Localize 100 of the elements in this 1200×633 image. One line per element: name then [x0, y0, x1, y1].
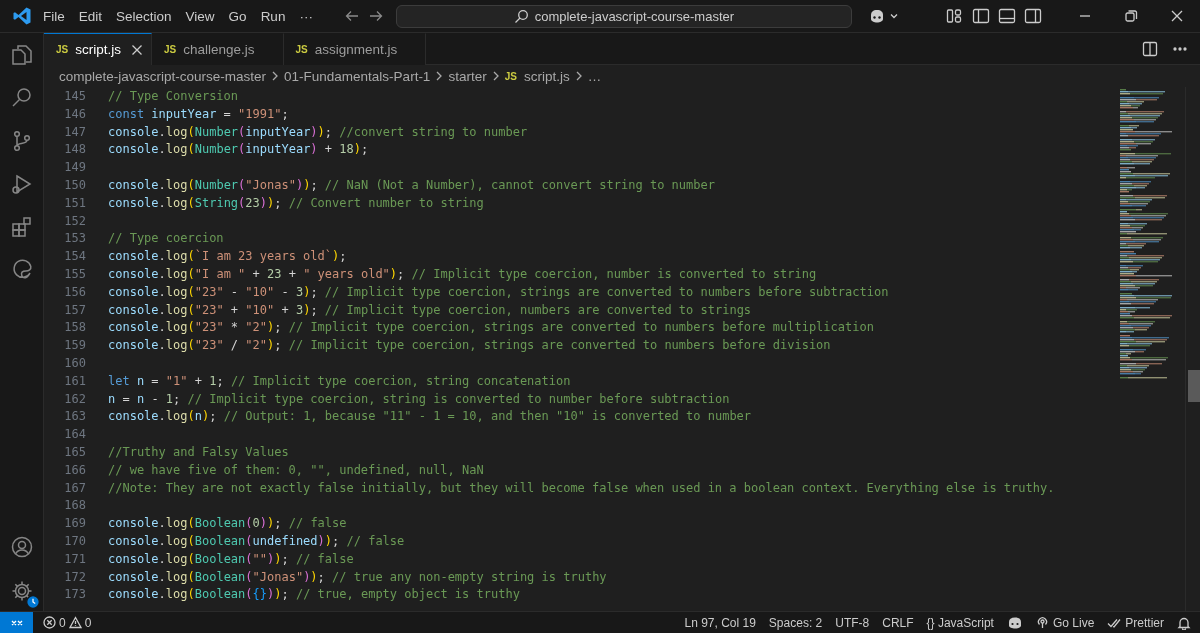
code-line: console.log(Boolean("")); // false	[108, 550, 354, 568]
prettier-button[interactable]: Prettier	[1107, 615, 1164, 630]
line-number: 171	[63, 550, 86, 568]
extensions-icon[interactable]	[9, 215, 34, 239]
back-arrow-icon[interactable]	[343, 8, 360, 24]
line-number: 152	[63, 212, 86, 230]
line-number: 158	[63, 319, 86, 337]
code-line: console.log(Boolean("Jonas")); // true any non-empty string is truthy	[108, 568, 607, 586]
line-number: 157	[63, 301, 86, 319]
broadcast-icon	[1035, 616, 1049, 629]
double-check-icon	[1107, 616, 1122, 629]
code-line: // Type Conversion	[108, 88, 239, 105]
code-line: //Truthy and Falsy Values	[108, 443, 289, 461]
code-line: console.log(Number(inputYear) + 18);	[108, 141, 369, 159]
menu-item[interactable]: View	[178, 5, 222, 27]
breadcrumb-item[interactable]: 01-Fundamentals-Part-1	[284, 68, 431, 84]
close-icon[interactable]	[131, 43, 143, 56]
menu-item[interactable]: Go	[221, 5, 254, 27]
chevron-down-icon[interactable]	[888, 11, 899, 21]
line-number: 166	[63, 461, 86, 479]
code-line: // we have five of them: 0, "", undefined, null, NaN	[108, 461, 484, 479]
line-number: 162	[63, 390, 86, 408]
code-line: console.log(n); // Output: 1, because "11" - 1 = 10, and then "10" is converted to number	[108, 408, 752, 426]
run-debug-icon[interactable]	[9, 172, 34, 196]
line-number: 156	[63, 283, 86, 301]
status-item[interactable]: Spaces: 2	[768, 615, 823, 630]
line-number: 155	[63, 265, 86, 283]
code-line: console.log(Boolean(undefined)); // false	[108, 532, 405, 550]
line-number: 149	[63, 159, 86, 177]
split-editor-icon[interactable]	[1142, 40, 1158, 57]
line-number: 145	[63, 88, 86, 105]
line-number: 172	[63, 568, 86, 586]
js-file-icon: JS	[164, 44, 177, 55]
editor-tab[interactable]: JS challenge.js	[152, 33, 284, 65]
go-live-button[interactable]: Go Live	[1035, 615, 1095, 630]
line-number: 163	[63, 408, 86, 426]
command-center-search[interactable]: complete-javascript-course-master	[395, 4, 852, 28]
bottom-panel-icon[interactable]	[998, 8, 1016, 24]
forward-arrow-icon[interactable]	[367, 8, 384, 24]
line-number: 168	[63, 497, 86, 515]
files-icon[interactable]	[9, 43, 34, 67]
left-panel-icon[interactable]	[972, 8, 990, 24]
error-icon	[43, 616, 56, 629]
code-line: // Type coercion	[108, 230, 224, 248]
js-file-icon: JS	[295, 44, 308, 55]
line-number: 154	[63, 248, 86, 266]
menu-item[interactable]: Selection	[109, 5, 179, 27]
vscode-logo-icon[interactable]	[12, 6, 32, 26]
editor-tab[interactable]: JS script.js	[44, 33, 152, 65]
menu-item[interactable]: File	[36, 5, 72, 27]
code-line: console.log("23" + "10" + 3); // Implicit type coercion, numbers are converted to strings	[108, 301, 752, 319]
menu-item[interactable]: Edit	[71, 5, 110, 27]
copilot-icon[interactable]	[1006, 615, 1023, 630]
status-item[interactable]: CRLF	[882, 615, 914, 630]
scrollbar-thumb[interactable]	[1188, 370, 1200, 402]
js-file-icon: JS	[56, 44, 69, 55]
breadcrumb-item[interactable]: …	[587, 68, 602, 84]
breadcrumb-item[interactable]: script.js	[523, 68, 570, 84]
account-icon[interactable]	[9, 535, 34, 559]
status-item[interactable]: UTF-8	[835, 615, 870, 630]
code-line: console.log("I am " + 23 + " years old"); // Implicit type coercion, number is converted to string	[108, 265, 817, 283]
problems-button[interactable]: 0 0	[39, 615, 96, 630]
warning-icon	[68, 616, 82, 629]
code-line: //Note: They are not exactly false initially, but they will become false when used in a boolean context. Everything else is truthy.	[108, 479, 1055, 497]
code-line: console.log(Boolean({})); // true, empty object is truthy	[108, 586, 520, 604]
code-line: console.log(Number("Jonas")); // NaN (Not a Number), cannot convert string to number	[108, 177, 715, 194]
more-menu-button[interactable]: ···	[292, 5, 320, 27]
line-number: 165	[63, 443, 86, 461]
status-item[interactable]: Ln 97, Col 19	[684, 615, 756, 630]
line-number: 146	[63, 105, 86, 123]
code-line: console.log(`I am 23 years old`);	[108, 248, 347, 266]
breadcrumb-item[interactable]: complete-javascript-course-master	[59, 68, 267, 84]
code-line: console.log("23" * "2"); // Implicit type coercion, strings are converted to numbers before multiplication	[108, 319, 874, 337]
line-number: 170	[63, 532, 86, 550]
line-number: 151	[63, 194, 86, 212]
line-number: 164	[63, 426, 86, 444]
line-number: 173	[63, 586, 86, 604]
layout-icon[interactable]	[946, 8, 964, 24]
code-line: console.log("23" - "10" - 3); // Implicit type coercion, strings are converted to numbers before subtraction	[108, 283, 889, 301]
code-line: console.log(Number(inputYear)); //convert string to number	[108, 123, 528, 141]
line-number: 148	[63, 141, 86, 159]
code-line: let n = "1" + 1; // Implicit type coercion, string concatenation	[108, 372, 571, 390]
code-line: const inputYear = "1991";	[108, 105, 289, 123]
code-line: console.log(String(23)); // Convert number to string	[108, 194, 484, 212]
line-number: 161	[63, 372, 86, 390]
code-line: n = n - 1; // Implicit type coercion, string is converted to number before subtraction	[108, 390, 730, 408]
breadcrumb-item[interactable]: starter	[448, 68, 487, 84]
language-mode-button[interactable]: {} JavaScript	[926, 615, 994, 630]
line-number: 147	[63, 123, 86, 141]
editor-tab[interactable]: JS assignment.js	[283, 33, 427, 65]
right-panel-icon[interactable]	[1024, 8, 1042, 24]
bell-icon[interactable]	[1177, 615, 1191, 630]
line-number: 167	[63, 479, 86, 497]
code-line: console.log("23" / "2"); // Implicit type coercion, strings are converted to numbers before division	[108, 337, 831, 355]
js-file-icon: JS	[504, 70, 517, 82]
menu-item[interactable]: Run	[253, 5, 293, 27]
code-line: console.log(Boolean(0)); // false	[108, 515, 347, 533]
line-number: 159	[63, 337, 86, 355]
line-number: 150	[63, 177, 86, 194]
line-number: 153	[63, 230, 86, 248]
